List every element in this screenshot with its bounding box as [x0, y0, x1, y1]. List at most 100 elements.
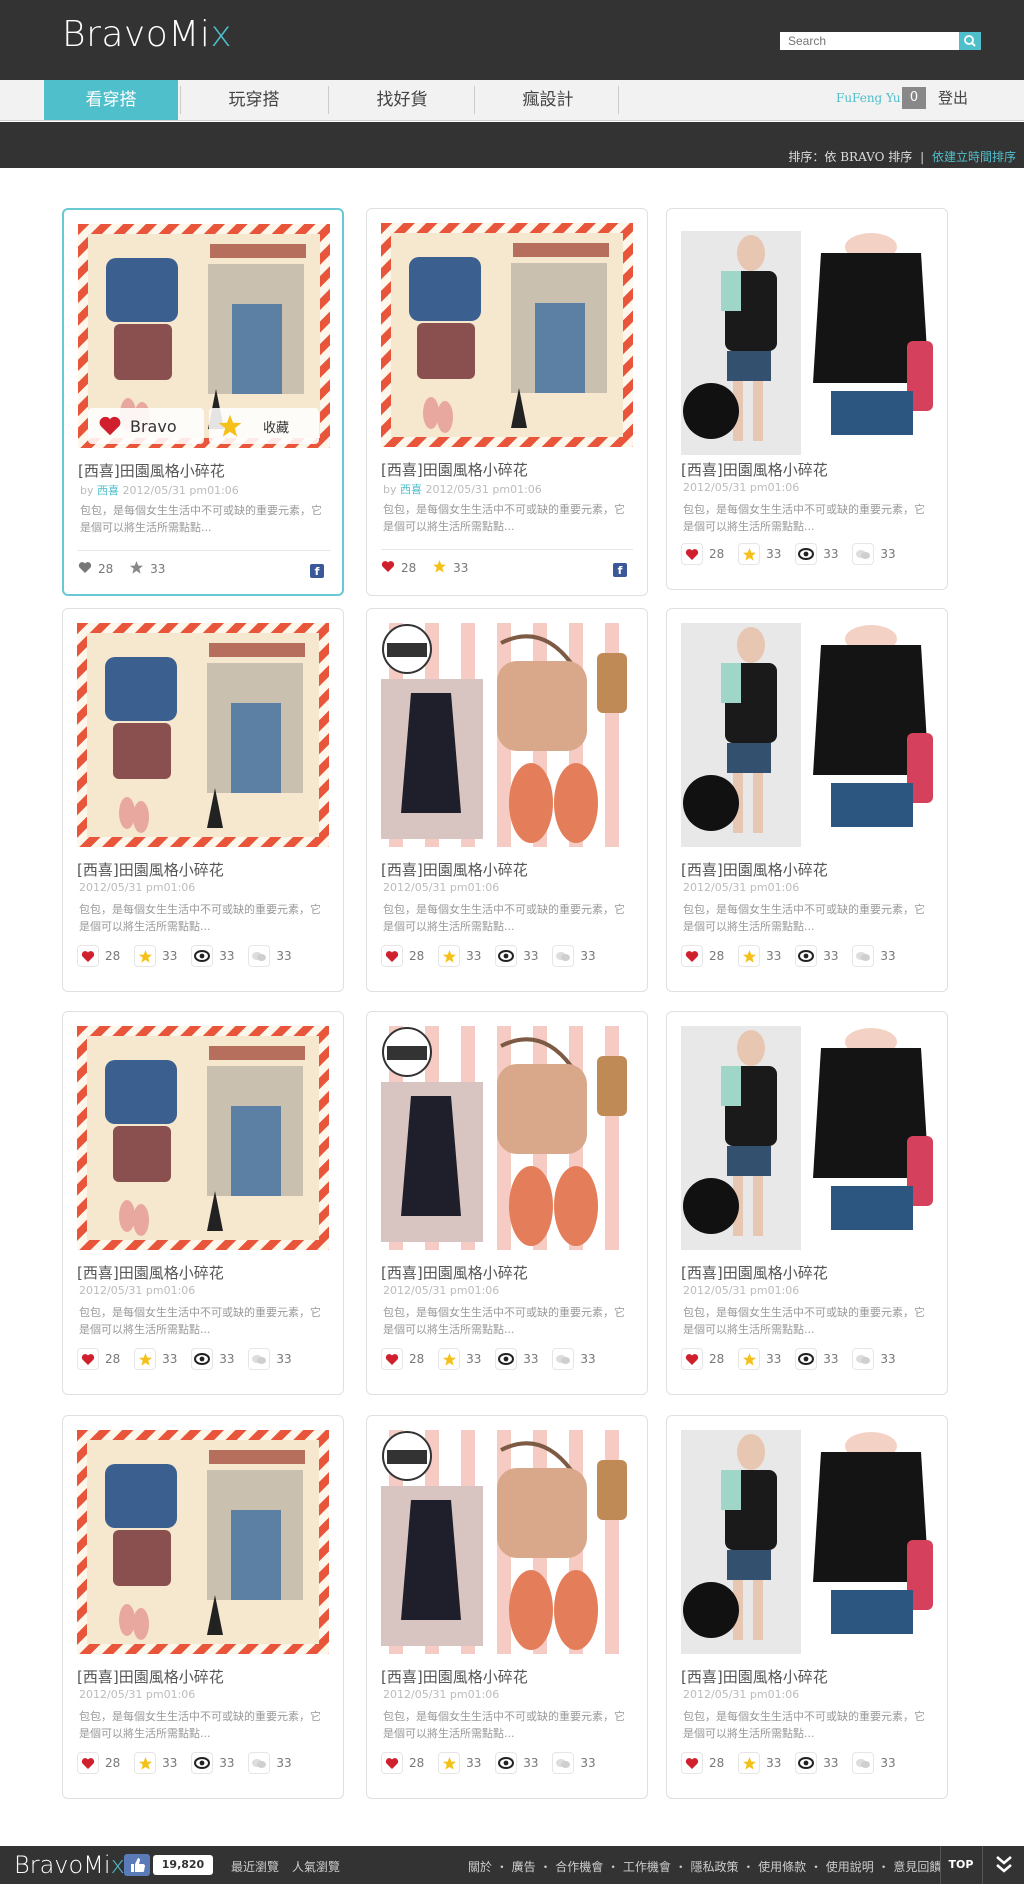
heart-stat[interactable]	[381, 560, 395, 576]
outfit-card[interactable]: [西喜]田園風格小碎花 2012/05/31 pm01:06 包包，是每個女生生活中…	[62, 1415, 344, 1799]
outfit-image[interactable]	[681, 1430, 933, 1654]
facebook-like-button[interactable]	[124, 1854, 150, 1876]
heart-chip[interactable]	[681, 1348, 703, 1370]
eye-chip[interactable]	[191, 945, 214, 967]
eye-chip[interactable]	[795, 1348, 818, 1370]
footer-links[interactable]: 關於 ・ 廣告 ・ 合作機會 ・ 工作機會 ・ 隱私政策 ・ 使用條款 ・ 使用…	[468, 1858, 941, 1875]
star-chip[interactable]	[738, 1348, 761, 1370]
facebook-icon[interactable]: f	[613, 563, 627, 577]
comment-chip[interactable]	[248, 945, 271, 967]
outfit-image[interactable]	[381, 623, 633, 847]
facebook-icon[interactable]: f	[310, 564, 324, 578]
star-chip[interactable]	[738, 1752, 761, 1774]
card-title[interactable]: [西喜]田園風格小碎花	[77, 859, 224, 880]
sort-current[interactable]: 排序：依 BRAVO 排序	[788, 150, 912, 164]
heart-chip[interactable]	[381, 945, 403, 967]
comment-chip[interactable]	[552, 945, 575, 967]
card-title[interactable]: [西喜]田園風格小碎花	[381, 1666, 528, 1687]
comment-chip[interactable]	[248, 1348, 271, 1370]
star-chip[interactable]	[134, 945, 157, 967]
comment-chip[interactable]	[552, 1348, 575, 1370]
outfit-image[interactable]	[77, 1430, 329, 1654]
star-stat[interactable]	[129, 560, 144, 578]
outfit-image[interactable]	[681, 231, 933, 455]
outfit-image[interactable]	[77, 623, 329, 847]
heart-chip[interactable]	[77, 1348, 99, 1370]
card-title[interactable]: [西喜]田園風格小碎花	[681, 859, 828, 880]
outfit-image[interactable]	[381, 223, 633, 447]
comment-chip[interactable]	[852, 1348, 875, 1370]
card-author-link[interactable]: 西喜	[97, 484, 119, 497]
outfit-card[interactable]: [西喜]田園風格小碎花 2012/05/31 pm01:06 包包，是每個女生生活中…	[366, 608, 648, 992]
comment-chip[interactable]	[852, 543, 875, 565]
nav-tab-design[interactable]: 瘋設計	[476, 80, 620, 120]
heart-chip[interactable]	[681, 945, 703, 967]
expand-footer-button[interactable]	[982, 1846, 1024, 1884]
nav-tab-look[interactable]: 看穿搭	[44, 80, 178, 120]
bravo-button[interactable]: Bravo	[88, 408, 204, 444]
heart-chip[interactable]	[77, 945, 99, 967]
outfit-card[interactable]: [西喜]田園風格小碎花 2012/05/31 pm01:06 包包，是每個女生生活中…	[666, 1011, 948, 1395]
card-title[interactable]: [西喜]田園風格小碎花	[78, 460, 225, 481]
star-chip[interactable]	[738, 543, 761, 565]
heart-stat[interactable]	[78, 561, 92, 577]
outfit-image[interactable]	[681, 623, 933, 847]
eye-chip[interactable]	[495, 1752, 518, 1774]
card-title[interactable]: [西喜]田園風格小碎花	[77, 1666, 224, 1687]
star-chip[interactable]	[738, 945, 761, 967]
card-title[interactable]: [西喜]田園風格小碎花	[77, 1262, 224, 1283]
notification-count-badge[interactable]: 0	[902, 87, 926, 109]
star-chip[interactable]	[438, 1752, 461, 1774]
nav-tab-play[interactable]: 玩穿搭	[182, 80, 326, 120]
outfit-image[interactable]	[381, 1430, 633, 1654]
outfit-card[interactable]: [西喜]田園風格小碎花 2012/05/31 pm01:06 包包，是每個女生生活中…	[366, 1415, 648, 1799]
eye-chip[interactable]	[495, 1348, 518, 1370]
card-title[interactable]: [西喜]田園風格小碎花	[681, 1666, 828, 1687]
outfit-card[interactable]: [西喜]田園風格小碎花 by 西喜 2012/05/31 pm01:06 包包，是每…	[366, 208, 648, 596]
star-chip[interactable]	[134, 1348, 157, 1370]
logout-link[interactable]: 登出	[938, 87, 968, 108]
search-input[interactable]	[780, 32, 960, 50]
card-title[interactable]: [西喜]田園風格小碎花	[681, 1262, 828, 1283]
outfit-image[interactable]	[381, 1026, 633, 1250]
heart-chip[interactable]	[681, 1752, 703, 1774]
outfit-card[interactable]: [西喜]田園風格小碎花 2012/05/31 pm01:06 包包，是每個女生生活中…	[666, 208, 948, 590]
star-chip[interactable]	[438, 945, 461, 967]
heart-chip[interactable]	[381, 1752, 403, 1774]
eye-chip[interactable]	[795, 945, 818, 967]
card-title[interactable]: [西喜]田園風格小碎花	[381, 859, 528, 880]
eye-chip[interactable]	[495, 945, 518, 967]
heart-chip[interactable]	[77, 1752, 99, 1774]
outfit-card[interactable]: Bravo 收藏 [西喜]田園風格小碎花 by 西喜 2012/05/31 pm01:…	[62, 208, 344, 596]
sort-by-time-link[interactable]: 依建立時間排序	[932, 150, 1016, 164]
comment-chip[interactable]	[552, 1752, 575, 1774]
outfit-card[interactable]: [西喜]田園風格小碎花 2012/05/31 pm01:06 包包，是每個女生生活中…	[666, 608, 948, 992]
eye-chip[interactable]	[795, 1752, 818, 1774]
popular-views-link[interactable]: 人氣瀏覽	[292, 1858, 340, 1875]
star-chip[interactable]	[438, 1348, 461, 1370]
heart-chip[interactable]	[681, 543, 703, 565]
comment-chip[interactable]	[852, 1752, 875, 1774]
eye-chip[interactable]	[795, 543, 818, 565]
site-logo[interactable]: BravoMix	[62, 14, 232, 55]
collect-button[interactable]: 收藏	[209, 408, 319, 444]
star-chip[interactable]	[134, 1752, 157, 1774]
card-title[interactable]: [西喜]田園風格小碎花	[381, 1262, 528, 1283]
search-button[interactable]	[959, 32, 981, 50]
nav-tab-find[interactable]: 找好貨	[330, 80, 474, 120]
outfit-image[interactable]	[681, 1026, 933, 1250]
outfit-card[interactable]: [西喜]田園風格小碎花 2012/05/31 pm01:06 包包，是每個女生生活中…	[62, 1011, 344, 1395]
recent-views-link[interactable]: 最近瀏覽	[231, 1858, 279, 1875]
comment-chip[interactable]	[248, 1752, 271, 1774]
footer-logo[interactable]: BravoMix	[14, 1851, 125, 1879]
user-name-link[interactable]: FuFeng Yu	[836, 91, 901, 105]
outfit-card[interactable]: [西喜]田園風格小碎花 2012/05/31 pm01:06 包包，是每個女生生活中…	[62, 608, 344, 992]
back-to-top-button[interactable]: TOP	[940, 1846, 981, 1884]
eye-chip[interactable]	[191, 1752, 214, 1774]
eye-chip[interactable]	[191, 1348, 214, 1370]
comment-chip[interactable]	[852, 945, 875, 967]
card-author-link[interactable]: 西喜	[400, 483, 422, 496]
outfit-card[interactable]: [西喜]田園風格小碎花 2012/05/31 pm01:06 包包，是每個女生生活中…	[366, 1011, 648, 1395]
card-title[interactable]: [西喜]田園風格小碎花	[381, 459, 528, 480]
heart-chip[interactable]	[381, 1348, 403, 1370]
